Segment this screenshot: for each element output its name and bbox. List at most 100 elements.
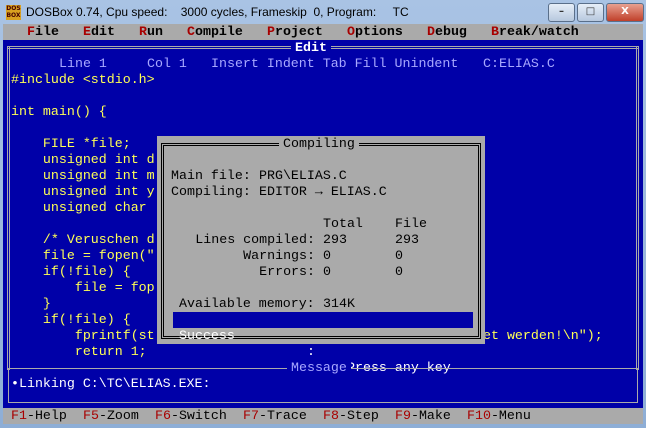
menu-hotkey: O <box>347 24 355 39</box>
menu-hotkey: F <box>27 24 35 39</box>
fkey-f8[interactable]: F8-Step <box>323 408 379 424</box>
message-bottom-border <box>8 402 638 403</box>
fkey-f1[interactable]: F1-Help <box>11 408 67 424</box>
fkey-key: F7 <box>243 408 259 423</box>
stat-total: 293 <box>323 232 347 247</box>
code-line: unsigned int y <box>11 184 155 199</box>
fkey-f5[interactable]: F5-Zoom <box>83 408 139 424</box>
col-file-header: File <box>395 216 427 231</box>
menu-label: un <box>146 24 163 39</box>
status-col: Col 1 <box>147 56 187 71</box>
status-separator: : <box>307 344 315 359</box>
menu-compile[interactable]: Compile <box>187 24 243 40</box>
fkey-key: F1 <box>11 408 27 423</box>
menu-bar: File Edit Run Compile Project Options Debug Bre… <box>3 24 643 40</box>
stat-file: 293 <box>395 232 419 247</box>
code-line: unsigned char <box>11 200 147 215</box>
code-line: } <box>11 296 51 311</box>
message-left-border <box>8 368 9 402</box>
menu-edit[interactable]: Edit <box>83 24 115 40</box>
stat-total: 0 <box>323 248 331 263</box>
code-line: file = fopen(" <box>11 248 155 263</box>
memory-value: 314K <box>323 296 355 311</box>
dosbox-window: DOS BOX DOSBox 0.74, Cpu speed: 3000 cycl… <box>0 0 646 428</box>
code-line-tail: et werden!\n"); <box>483 328 603 343</box>
code-line: file = fop <box>11 280 155 295</box>
menu-break-watch[interactable]: Break/watch <box>491 24 579 40</box>
message-line[interactable]: •Linking C:\TC\ELIAS.EXE: <box>11 376 211 392</box>
menu-hotkey: C <box>187 24 195 39</box>
turbo-c-screen: File Edit Run Compile Project Options Debug Bre… <box>3 24 643 424</box>
main-file-label: Main file: <box>171 168 251 183</box>
maximize-button[interactable]: □ <box>577 3 604 22</box>
menu-label: ile <box>34 24 59 39</box>
fkey-label: -Trace <box>258 408 307 423</box>
fkey-f9[interactable]: F9-Make <box>395 408 451 424</box>
code-line: return 1; <box>11 344 147 359</box>
fkey-label: -Zoom <box>98 408 139 423</box>
fkey-key: F5 <box>83 408 99 423</box>
status-bar[interactable]: Success : Press any key <box>173 312 473 375</box>
menu-label: dit <box>90 24 115 39</box>
menu-hotkey: P <box>267 24 275 39</box>
stat-file: 0 <box>395 264 403 279</box>
menu-project[interactable]: Project <box>267 24 323 40</box>
status-modes: Insert Indent Tab Fill Unindent <box>211 56 459 71</box>
stat-label: Errors: <box>259 264 315 279</box>
code-line: FILE *file; <box>11 136 131 151</box>
dialog-title: Compiling <box>279 136 359 152</box>
fkey-label: -Make <box>410 408 451 423</box>
menu-file[interactable]: File <box>27 24 59 40</box>
code-line: unsigned int d <box>11 152 155 167</box>
fkey-f10[interactable]: F10-Menu <box>467 408 531 424</box>
fkey-f6[interactable]: F6-Switch <box>155 408 227 424</box>
editor-left-border <box>7 46 10 370</box>
function-key-bar: F1-Help F5-Zoom F6-Switch F7-Trace F8-Step F9… <box>3 408 643 424</box>
code-line: #include <stdio.h> <box>11 72 155 87</box>
compiling-value: EDITOR → ELIAS.C <box>259 184 387 199</box>
menu-debug[interactable]: Debug <box>427 24 467 40</box>
code-line: /* Veruschen d <box>11 232 155 247</box>
fkey-key: F10 <box>467 408 491 423</box>
menu-run[interactable]: Run <box>139 24 163 40</box>
menu-options[interactable]: Options <box>347 24 403 40</box>
editor-title: Edit <box>291 40 331 56</box>
fkey-key: F9 <box>395 408 411 423</box>
menu-hotkey: B <box>491 24 499 39</box>
stat-file: 0 <box>395 248 403 263</box>
status-line: Line 1 <box>59 56 107 71</box>
menu-label: reak/watch <box>498 24 579 39</box>
menu-label: ptions <box>354 24 403 39</box>
minimize-button[interactable]: – <box>548 3 575 22</box>
status-text: Success <box>179 328 235 343</box>
message-title: Message <box>287 360 351 376</box>
menu-hotkey: R <box>139 24 147 39</box>
menu-label: ompile <box>194 24 243 39</box>
menu-hotkey: D <box>427 24 435 39</box>
editor-right-border <box>636 46 639 370</box>
title-bar[interactable]: DOS BOX DOSBox 0.74, Cpu speed: 3000 cycl… <box>0 0 646 24</box>
stat-label: Warnings: <box>243 248 315 263</box>
fkey-label: -Menu <box>490 408 531 423</box>
compiling-label: Compiling: <box>171 184 251 199</box>
window-title: DOSBox 0.74, Cpu speed: 3000 cycles, Fra… <box>26 5 409 19</box>
message-right-border <box>637 368 638 402</box>
close-button[interactable]: X <box>606 3 644 22</box>
memory-label: Available memory: <box>179 296 315 311</box>
stat-label: Lines compiled: <box>195 232 315 247</box>
fkey-key: F8 <box>323 408 339 423</box>
code-line: int main() { <box>11 104 107 119</box>
menu-hotkey: E <box>83 24 91 39</box>
code-line: unsigned int m <box>11 168 155 183</box>
fkey-label: -Step <box>338 408 379 423</box>
col-total-header: Total <box>323 216 363 231</box>
menu-label: ebug <box>434 24 467 39</box>
code-line: fprintf(st <box>11 328 155 343</box>
fkey-f7[interactable]: F7-Trace <box>243 408 307 424</box>
fkey-key: F6 <box>155 408 171 423</box>
dosbox-app-icon: DOS BOX <box>6 5 21 20</box>
compiling-dialog: Compiling Main file: PRG\ELIAS.C Compili… <box>157 136 485 375</box>
menu-label: roject <box>274 24 323 39</box>
code-line: if(!file) { <box>11 312 131 327</box>
main-file-value: PRG\ELIAS.C <box>259 168 347 183</box>
